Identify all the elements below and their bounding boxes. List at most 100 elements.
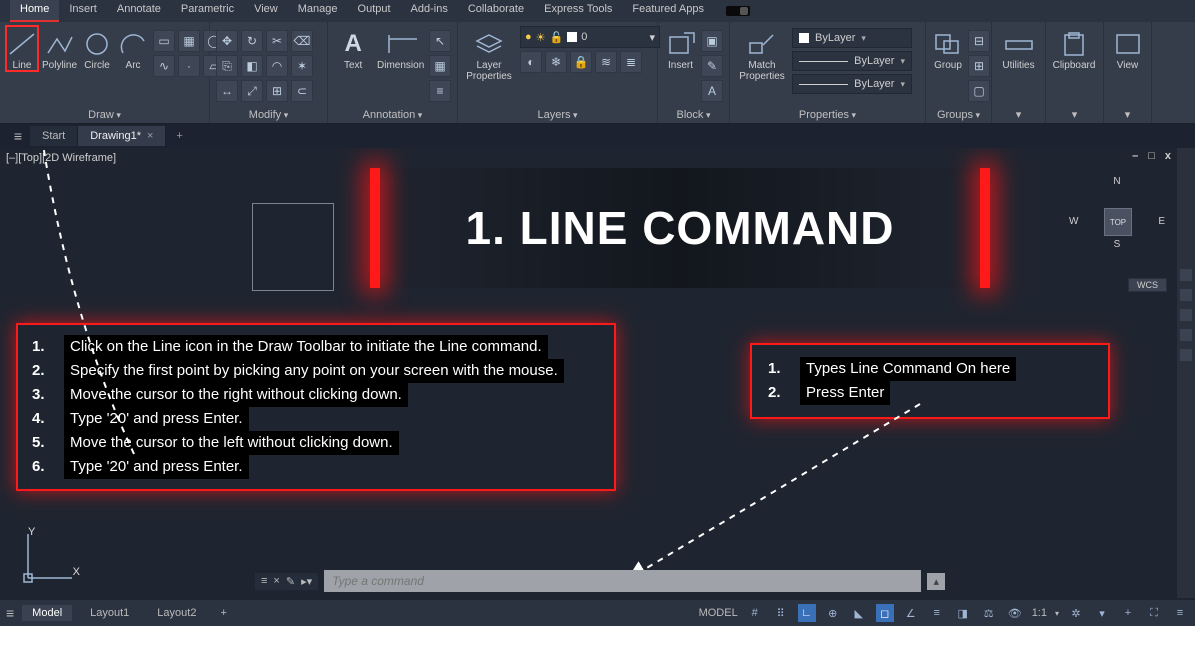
showmotion-icon[interactable] xyxy=(1179,348,1193,362)
start-tab[interactable]: Start xyxy=(30,126,78,146)
viewport-minimize-icon[interactable]: – xyxy=(1132,150,1138,162)
cmd-close-icon[interactable]: × xyxy=(273,575,279,587)
tab-insert[interactable]: Insert xyxy=(59,0,107,22)
erase-icon[interactable]: ⌫ xyxy=(291,30,313,52)
drawing-tab[interactable]: Drawing1*× xyxy=(78,126,166,146)
move-icon[interactable]: ✥ xyxy=(216,30,238,52)
tab-featured-apps[interactable]: Featured Apps xyxy=(622,0,714,22)
file-tabs-menu-icon[interactable]: ≡ xyxy=(6,128,30,144)
offset-icon[interactable]: ⊂ xyxy=(291,80,313,102)
viewcube-top-face[interactable]: TOP xyxy=(1104,208,1132,236)
clipboard-button[interactable]: Clipboard xyxy=(1052,26,1096,71)
color-dropdown[interactable]: ByLayer xyxy=(792,28,912,48)
panel-clipboard-title[interactable]: ▾ xyxy=(1072,109,1078,121)
fillet-icon[interactable]: ◠ xyxy=(266,55,288,77)
clean-screen-icon[interactable]: ⛶ xyxy=(1145,604,1163,622)
view-button[interactable]: View xyxy=(1110,26,1145,71)
panel-utilities-title[interactable]: ▾ xyxy=(1016,109,1022,121)
leader-icon[interactable]: ↖ xyxy=(429,30,451,52)
drawing-canvas[interactable]: [–][Top][2D Wireframe] – □ x N S W E TOP… xyxy=(0,148,1195,598)
viewcube[interactable]: N S W E TOP xyxy=(1069,176,1165,272)
polar-icon[interactable]: ⊕ xyxy=(824,604,842,622)
layer-off-icon[interactable]: ◐ xyxy=(520,51,542,73)
otrack-icon[interactable]: ∠ xyxy=(902,604,920,622)
customize-status-icon[interactable]: ≡ xyxy=(1171,604,1189,622)
tab-express-tools[interactable]: Express Tools xyxy=(534,0,622,22)
pan-icon[interactable] xyxy=(1179,288,1193,302)
transparency-icon[interactable]: ◨ xyxy=(954,604,972,622)
viewport-close-icon[interactable]: x xyxy=(1165,150,1171,162)
tab-output[interactable]: Output xyxy=(348,0,401,22)
group-bb-icon[interactable]: ▢ xyxy=(968,80,990,102)
panel-properties-title[interactable]: Properties xyxy=(799,109,856,121)
isodraft-icon[interactable]: ◣ xyxy=(850,604,868,622)
annovisibility-icon[interactable]: 👁 xyxy=(1006,604,1024,622)
scale-icon[interactable]: ⤢ xyxy=(241,80,263,102)
hardware-accel-icon[interactable]: + xyxy=(1119,604,1137,622)
stretch-icon[interactable]: ↔ xyxy=(216,80,238,102)
edit-attr-icon[interactable]: A xyxy=(701,80,723,102)
add-layout-button[interactable]: + xyxy=(214,607,232,619)
panel-layers-title[interactable]: Layers xyxy=(537,109,577,121)
mtext-icon[interactable]: ≡ xyxy=(429,80,451,102)
viewport-maximize-icon[interactable]: □ xyxy=(1148,150,1155,162)
trim-icon[interactable]: ✂ xyxy=(266,30,288,52)
lineweight-icon[interactable]: ≡ xyxy=(928,604,946,622)
snap-icon[interactable]: ⠿ xyxy=(772,604,790,622)
osnap-icon[interactable]: ◻ xyxy=(876,604,894,622)
text-button[interactable]: A Text xyxy=(334,26,372,71)
table-icon[interactable]: ▦ xyxy=(429,55,451,77)
array-icon[interactable]: ⊞ xyxy=(266,80,288,102)
panel-view-title[interactable]: ▾ xyxy=(1125,109,1131,121)
match-properties-button[interactable]: Match Properties xyxy=(736,26,788,82)
scale-label[interactable]: 1:1 xyxy=(1032,607,1047,619)
panel-modify-title[interactable]: Modify xyxy=(249,109,288,121)
tab-home[interactable]: Home xyxy=(10,0,59,22)
viewport-label[interactable]: [–][Top][2D Wireframe] xyxy=(6,152,116,164)
panel-draw-title[interactable]: Draw xyxy=(88,109,121,121)
ungroup-icon[interactable]: ⊟ xyxy=(968,30,990,52)
layout2-tab[interactable]: Layout2 xyxy=(147,605,206,621)
tab-view[interactable]: View xyxy=(244,0,288,22)
group-edit-icon[interactable]: ⊞ xyxy=(968,55,990,77)
mirror-icon[interactable]: ◧ xyxy=(241,55,263,77)
create-block-icon[interactable]: ▣ xyxy=(701,30,723,52)
cmd-recent-icon[interactable]: ▴ xyxy=(927,573,945,590)
tab-addins[interactable]: Add-ins xyxy=(401,0,458,22)
layout1-tab[interactable]: Layout1 xyxy=(80,605,139,621)
cmd-customize-icon[interactable]: ✎ xyxy=(286,575,295,588)
arc-button[interactable]: Arc xyxy=(117,26,149,71)
point-icon[interactable]: · xyxy=(178,55,200,77)
linetype-dropdown[interactable]: ByLayer xyxy=(792,74,912,94)
group-button[interactable]: Group xyxy=(932,26,964,71)
tab-collaborate[interactable]: Collaborate xyxy=(458,0,534,22)
circle-button[interactable]: Circle xyxy=(81,26,113,71)
tab-parametric[interactable]: Parametric xyxy=(171,0,244,22)
layer-properties-button[interactable]: Layer Properties xyxy=(464,26,514,82)
lineweight-dropdown[interactable]: ByLayer xyxy=(792,51,912,71)
copy-icon[interactable]: ⎘ xyxy=(216,55,238,77)
model-space-button[interactable]: MODEL xyxy=(699,607,738,619)
hatch-icon[interactable]: ▦ xyxy=(178,30,200,52)
panel-block-title[interactable]: Block xyxy=(677,109,711,121)
insert-block-button[interactable]: Insert xyxy=(664,26,697,71)
polyline-button[interactable]: Polyline xyxy=(42,26,77,71)
panel-annotation-title[interactable]: Annotation xyxy=(363,109,423,121)
panel-groups-title[interactable]: Groups xyxy=(937,109,980,121)
orbit-icon[interactable] xyxy=(1179,328,1193,342)
grid-icon[interactable]: # xyxy=(746,604,764,622)
wcs-label[interactable]: WCS xyxy=(1128,278,1167,292)
ortho-icon[interactable]: ∟ xyxy=(798,604,816,622)
dimension-button[interactable]: Dimension xyxy=(376,26,425,71)
tab-annotate[interactable]: Annotate xyxy=(107,0,171,22)
layer-dropdown[interactable]: ● ☀ 🔓 0 ▾ xyxy=(520,26,660,48)
cmd-history-icon[interactable]: ≡ xyxy=(261,575,267,587)
model-tab[interactable]: Model xyxy=(22,605,72,621)
rotate-icon[interactable]: ↻ xyxy=(241,30,263,52)
explode-icon[interactable]: ✶ xyxy=(291,55,313,77)
add-tab-button[interactable]: + xyxy=(166,126,192,146)
gear-icon[interactable]: ✲ xyxy=(1067,604,1085,622)
command-input[interactable] xyxy=(324,570,921,592)
annoscale-icon[interactable]: ⚖ xyxy=(980,604,998,622)
spline-icon[interactable]: ∿ xyxy=(153,55,175,77)
